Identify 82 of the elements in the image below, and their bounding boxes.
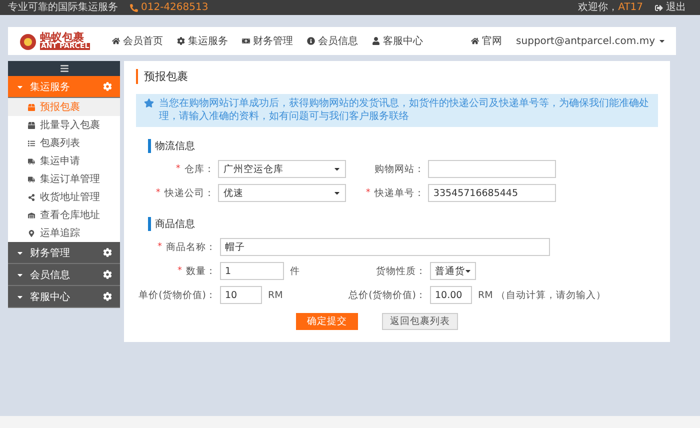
section-title: 物流信息 (148, 139, 658, 153)
settings-icon (103, 82, 112, 91)
settings-icon (103, 292, 112, 301)
info-icon (307, 37, 316, 45)
input-field[interactable] (428, 160, 556, 178)
slogan-text: 专业可靠的国际集运服务 (8, 2, 118, 12)
sidebar-group[interactable]: 财务管理 (8, 242, 120, 264)
required-mark: * (156, 188, 160, 198)
sidebar-header[interactable] (8, 61, 120, 76)
list-icon (28, 140, 35, 146)
sidebar-item[interactable]: 集运订单管理 (8, 170, 120, 188)
sidebar-group[interactable]: 客服中心 (8, 286, 120, 308)
required-mark: * (176, 164, 180, 174)
sidebar-item[interactable]: 批量导入包裹 (8, 116, 120, 134)
field-label: 购物网站： (374, 162, 424, 176)
phone-icon (130, 4, 138, 12)
logout-icon (655, 4, 663, 12)
warehouse-icon (28, 212, 35, 218)
user-icon (372, 37, 380, 45)
required-mark: * (366, 188, 370, 198)
sidebar-item[interactable]: 查看仓库地址 (8, 206, 120, 224)
input-field[interactable]: 33545716685445 (428, 184, 556, 202)
caret-icon (465, 267, 471, 275)
settings-icon (103, 248, 112, 257)
field-label: 单价(货物价值)： (138, 288, 216, 302)
share-icon (28, 194, 35, 200)
input-field[interactable]: 1 (220, 262, 284, 280)
select-field[interactable]: 广州空运仓库 (218, 160, 346, 178)
section-title: 商品信息 (148, 217, 658, 231)
nav-link[interactable]: 集运服务 (177, 34, 228, 48)
box-icon (28, 104, 35, 110)
unit-label: RM (268, 290, 283, 300)
menu-icon (60, 64, 68, 73)
page-title: 预报包裹 (136, 69, 658, 84)
select-field[interactable]: 普通货 (430, 262, 476, 280)
unit-label: 件 (290, 264, 300, 278)
home-icon (112, 37, 120, 45)
banknote-icon (242, 37, 250, 45)
field-label: 快递公司： (164, 186, 214, 200)
gear-icon (177, 37, 186, 45)
sidebar-item[interactable]: 包裹列表 (8, 134, 120, 152)
notice-text: 当您在购物网站订单成功后，获得购物网站的发货讯息，如货件的快递公司及快递单号等，为确保我们能准确处理，请输入准确的资料，如有问题可与我们客户服务联络 (159, 98, 650, 123)
map-pin-icon (28, 230, 35, 236)
truck-icon (28, 158, 35, 164)
sidebar-group[interactable]: 会员信息 (8, 264, 120, 286)
site-link[interactable]: 官网 (471, 34, 502, 48)
home-icon (471, 37, 480, 45)
nav-link[interactable]: 会员首页 (112, 34, 164, 48)
input-field[interactable]: 帽子 (220, 238, 550, 256)
required-mark: * (178, 266, 182, 276)
sidebar-item[interactable]: 运单追踪 (8, 224, 120, 242)
input-field[interactable]: 10 (220, 286, 262, 304)
box-icon (28, 122, 35, 128)
nav-link[interactable]: 会员信息 (307, 34, 358, 48)
caret-icon (333, 189, 341, 197)
account-menu[interactable]: support@antparcel.com.my (516, 36, 666, 46)
back-button[interactable]: 返回包裹列表 (382, 313, 458, 330)
truck-icon (28, 176, 35, 182)
field-label: 数量： (186, 264, 216, 278)
username-link[interactable]: AT17 (618, 2, 643, 12)
select-field[interactable]: 优速 (218, 184, 346, 202)
field-label: 快递单号： (374, 186, 424, 200)
unit-label: RM （自动计算，请勿输入） (478, 288, 606, 302)
star-icon (144, 98, 154, 108)
welcome-text: 欢迎你， (578, 2, 618, 12)
sidebar-item[interactable]: 集运申请 (8, 152, 120, 170)
field-label: 仓库： (184, 162, 214, 176)
logo-text: 蚂蚁包裹 (40, 32, 84, 43)
field-label: 商品名称： (166, 240, 216, 254)
field-label: 总价(货物价值)： (348, 288, 426, 302)
required-mark: * (158, 242, 162, 252)
input-field[interactable]: 10.00 (430, 286, 472, 304)
nav-link[interactable]: 客服中心 (372, 34, 424, 48)
phone-number: 012-4268513 (130, 2, 208, 12)
caret-icon (333, 165, 341, 173)
nav-link[interactable]: 财务管理 (242, 34, 294, 48)
logout-link[interactable]: 退出 (655, 2, 686, 12)
field-label: 货物性质： (376, 264, 426, 278)
sidebar-item[interactable]: 收货地址管理 (8, 188, 120, 206)
settings-icon (103, 270, 112, 279)
caret-icon (658, 37, 666, 45)
ant-logo-icon (18, 31, 38, 51)
